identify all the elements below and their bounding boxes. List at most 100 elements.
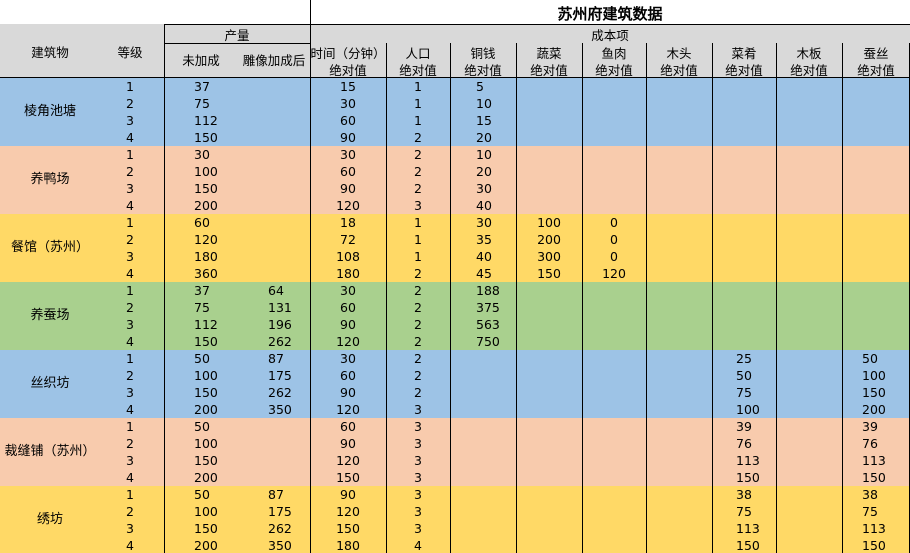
silk-cell[interactable]: 50 bbox=[862, 350, 910, 367]
output-statue-cell[interactable]: 131 bbox=[268, 299, 310, 316]
output-no-bonus-cell[interactable]: 100 bbox=[194, 435, 238, 452]
level-cell[interactable]: 3 bbox=[100, 384, 160, 401]
silk-cell[interactable]: 113 bbox=[862, 520, 910, 537]
output-no-bonus-cell[interactable]: 50 bbox=[194, 350, 238, 367]
output-no-bonus-cell[interactable]: 30 bbox=[194, 146, 238, 163]
dishes-cell[interactable]: 75 bbox=[736, 384, 776, 401]
time-cell[interactable]: 30 bbox=[310, 95, 386, 112]
coins-cell[interactable]: 10 bbox=[476, 95, 516, 112]
level-cell[interactable]: 4 bbox=[100, 265, 160, 282]
population-cell[interactable]: 3 bbox=[386, 197, 450, 214]
coins-cell[interactable]: 20 bbox=[476, 129, 516, 146]
dishes-cell[interactable]: 113 bbox=[736, 520, 776, 537]
coins-cell[interactable]: 40 bbox=[476, 248, 516, 265]
silk-cell[interactable]: 76 bbox=[862, 435, 910, 452]
output-statue-cell[interactable]: 350 bbox=[268, 401, 310, 418]
level-cell[interactable]: 2 bbox=[100, 299, 160, 316]
level-cell[interactable]: 2 bbox=[100, 435, 160, 452]
fish-meat-cell[interactable]: 0 bbox=[582, 248, 646, 265]
output-no-bonus-cell[interactable]: 150 bbox=[194, 384, 238, 401]
dishes-cell[interactable]: 100 bbox=[736, 401, 776, 418]
output-statue-cell[interactable]: 262 bbox=[268, 333, 310, 350]
silk-cell[interactable]: 113 bbox=[862, 452, 910, 469]
output-no-bonus-cell[interactable]: 150 bbox=[194, 333, 238, 350]
silk-cell[interactable]: 38 bbox=[862, 486, 910, 503]
population-cell[interactable]: 3 bbox=[386, 469, 450, 486]
level-cell[interactable]: 3 bbox=[100, 316, 160, 333]
dishes-cell[interactable]: 150 bbox=[736, 469, 776, 486]
level-cell[interactable]: 4 bbox=[100, 333, 160, 350]
level-cell[interactable]: 2 bbox=[100, 231, 160, 248]
vegetables-cell[interactable]: 100 bbox=[516, 214, 582, 231]
time-cell[interactable]: 90 bbox=[310, 486, 386, 503]
dishes-cell[interactable]: 150 bbox=[736, 537, 776, 553]
time-cell[interactable]: 180 bbox=[310, 265, 386, 282]
time-cell[interactable]: 90 bbox=[310, 129, 386, 146]
level-cell[interactable]: 2 bbox=[100, 367, 160, 384]
output-no-bonus-cell[interactable]: 50 bbox=[194, 418, 238, 435]
level-cell[interactable]: 2 bbox=[100, 163, 160, 180]
population-cell[interactable]: 2 bbox=[386, 350, 450, 367]
output-no-bonus-cell[interactable]: 60 bbox=[194, 214, 238, 231]
population-cell[interactable]: 1 bbox=[386, 95, 450, 112]
spreadsheet[interactable]: 苏州府建筑数据 建筑物 等级 产量 未加成 雕像加成后 成本项 时间（分钟） 绝对… bbox=[0, 0, 910, 553]
fish-meat-cell[interactable]: 0 bbox=[582, 231, 646, 248]
population-cell[interactable]: 2 bbox=[386, 384, 450, 401]
output-statue-cell[interactable]: 175 bbox=[268, 503, 310, 520]
population-cell[interactable]: 1 bbox=[386, 78, 450, 95]
population-cell[interactable]: 2 bbox=[386, 333, 450, 350]
time-cell[interactable]: 72 bbox=[310, 231, 386, 248]
level-cell[interactable]: 1 bbox=[100, 282, 160, 299]
level-cell[interactable]: 1 bbox=[100, 350, 160, 367]
coins-cell[interactable]: 30 bbox=[476, 214, 516, 231]
dishes-cell[interactable]: 39 bbox=[736, 418, 776, 435]
level-cell[interactable]: 3 bbox=[100, 248, 160, 265]
time-cell[interactable]: 120 bbox=[310, 452, 386, 469]
output-no-bonus-cell[interactable]: 200 bbox=[194, 537, 238, 553]
level-cell[interactable]: 1 bbox=[100, 214, 160, 231]
output-statue-cell[interactable]: 64 bbox=[268, 282, 310, 299]
population-cell[interactable]: 2 bbox=[386, 180, 450, 197]
level-cell[interactable]: 3 bbox=[100, 180, 160, 197]
silk-cell[interactable]: 150 bbox=[862, 384, 910, 401]
time-cell[interactable]: 120 bbox=[310, 197, 386, 214]
dishes-cell[interactable]: 38 bbox=[736, 486, 776, 503]
vegetables-cell[interactable]: 200 bbox=[516, 231, 582, 248]
level-cell[interactable]: 4 bbox=[100, 537, 160, 553]
time-cell[interactable]: 15 bbox=[310, 78, 386, 95]
output-no-bonus-cell[interactable]: 50 bbox=[194, 486, 238, 503]
population-cell[interactable]: 3 bbox=[386, 503, 450, 520]
output-statue-cell[interactable]: 87 bbox=[268, 486, 310, 503]
population-cell[interactable]: 1 bbox=[386, 231, 450, 248]
population-cell[interactable]: 3 bbox=[386, 520, 450, 537]
coins-cell[interactable]: 5 bbox=[476, 78, 516, 95]
dishes-cell[interactable]: 50 bbox=[736, 367, 776, 384]
output-no-bonus-cell[interactable]: 180 bbox=[194, 248, 238, 265]
time-cell[interactable]: 180 bbox=[310, 537, 386, 553]
coins-cell[interactable]: 375 bbox=[476, 299, 516, 316]
time-cell[interactable]: 30 bbox=[310, 282, 386, 299]
silk-cell[interactable]: 39 bbox=[862, 418, 910, 435]
coins-cell[interactable]: 10 bbox=[476, 146, 516, 163]
coins-cell[interactable]: 35 bbox=[476, 231, 516, 248]
population-cell[interactable]: 2 bbox=[386, 265, 450, 282]
output-no-bonus-cell[interactable]: 75 bbox=[194, 95, 238, 112]
population-cell[interactable]: 3 bbox=[386, 486, 450, 503]
time-cell[interactable]: 108 bbox=[310, 248, 386, 265]
output-no-bonus-cell[interactable]: 150 bbox=[194, 520, 238, 537]
output-no-bonus-cell[interactable]: 200 bbox=[194, 469, 238, 486]
output-no-bonus-cell[interactable]: 120 bbox=[194, 231, 238, 248]
output-statue-cell[interactable]: 262 bbox=[268, 384, 310, 401]
output-no-bonus-cell[interactable]: 100 bbox=[194, 503, 238, 520]
fish-meat-cell[interactable]: 120 bbox=[582, 265, 646, 282]
coins-cell[interactable]: 750 bbox=[476, 333, 516, 350]
population-cell[interactable]: 2 bbox=[386, 163, 450, 180]
output-no-bonus-cell[interactable]: 200 bbox=[194, 197, 238, 214]
time-cell[interactable]: 60 bbox=[310, 299, 386, 316]
level-cell[interactable]: 4 bbox=[100, 197, 160, 214]
output-no-bonus-cell[interactable]: 360 bbox=[194, 265, 238, 282]
population-cell[interactable]: 3 bbox=[386, 418, 450, 435]
output-no-bonus-cell[interactable]: 37 bbox=[194, 78, 238, 95]
time-cell[interactable]: 90 bbox=[310, 316, 386, 333]
output-statue-cell[interactable]: 350 bbox=[268, 537, 310, 553]
